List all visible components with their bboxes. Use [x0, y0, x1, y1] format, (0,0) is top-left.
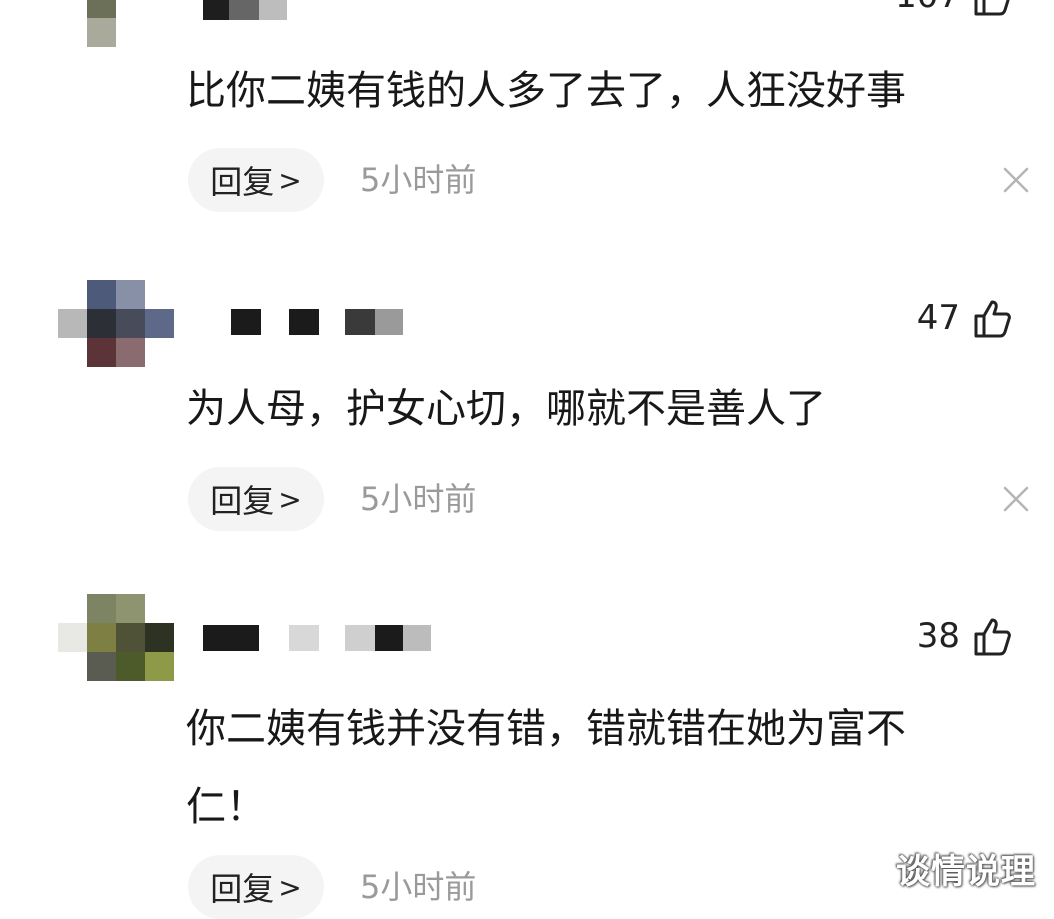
chevron-right-icon: > [278, 163, 302, 197]
reply-button[interactable]: 回复 > [188, 148, 324, 212]
avatar[interactable] [58, 594, 174, 682]
reply-button[interactable]: 回复 > [188, 467, 324, 531]
avatar[interactable] [58, 0, 174, 48]
like-control[interactable]: 107 [895, 0, 1014, 20]
thumbs-up-icon[interactable] [970, 296, 1014, 340]
timestamp: 5小时前 [360, 480, 477, 518]
reply-label: 回复 [210, 482, 275, 520]
like-count: 47 [916, 298, 960, 338]
chevron-right-icon: > [278, 870, 302, 904]
comment-text: 比你二姨有钱的人多了去了，人狂没好事 [186, 68, 906, 114]
like-control[interactable]: 38 [917, 612, 1014, 660]
chevron-right-icon: > [278, 482, 302, 516]
reply-row: 回复 > 5小时前 [188, 467, 1034, 531]
timestamp: 5小时前 [360, 161, 477, 199]
comment-text: 为人母，护女心切，哪就不是善人了 [186, 386, 826, 432]
like-count: 38 [916, 616, 960, 656]
watermark: 谈情说理 [896, 852, 1036, 892]
close-icon[interactable] [998, 162, 1034, 198]
like-count: 107 [895, 0, 960, 13]
reply-label: 回复 [210, 163, 275, 201]
reply-label: 回复 [210, 870, 275, 908]
avatar[interactable] [58, 280, 174, 368]
thumbs-up-icon[interactable] [970, 614, 1014, 658]
reply-row: 回复 > 5小时前 [188, 148, 1034, 212]
reply-button[interactable]: 回复 > [188, 855, 324, 919]
timestamp: 5小时前 [360, 868, 477, 906]
like-control[interactable]: 47 [917, 294, 1014, 342]
comment-text: 你二姨有钱并没有错，错就错在她为富不 仁！ [186, 706, 906, 830]
close-icon[interactable] [998, 481, 1034, 517]
thumbs-up-icon[interactable] [970, 0, 1014, 18]
